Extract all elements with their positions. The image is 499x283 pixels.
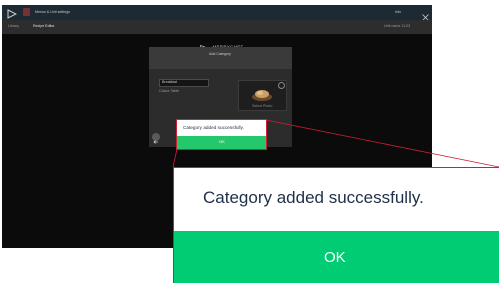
zoomed-ok-button[interactable]: OK — [174, 231, 499, 283]
title-bar: Menus & Unit settings Info — [2, 5, 432, 21]
ok-button-label: OK — [219, 139, 225, 144]
remove-photo-icon[interactable] — [278, 82, 285, 89]
category-name-input[interactable]: Breakfast — [159, 79, 209, 87]
status-info: Unit name 11:23 — [384, 24, 411, 28]
back-button[interactable] — [152, 133, 160, 144]
zoomed-dialog: Category added successfully. OK — [173, 167, 499, 283]
breadcrumb-current: Recipe Editor — [33, 24, 55, 28]
select-photo-label: Select Photo — [252, 104, 273, 108]
zoomed-ok-button-label: OK — [324, 249, 346, 266]
colour-table-label[interactable]: Colour Table — [159, 89, 179, 94]
success-dialog: Category added successfully. OK — [176, 119, 267, 150]
photo-picker[interactable]: Select Photo — [238, 80, 287, 111]
category-name-value: Breakfast — [162, 80, 178, 84]
breadcrumb: Library Recipe Editor Unit name 11:23 — [2, 20, 432, 34]
user-menu[interactable]: Info — [395, 10, 401, 15]
breadcrumb-root[interactable]: Library — [8, 24, 19, 29]
app-logo-icon — [23, 8, 30, 16]
panel-header: Add Category — [149, 47, 292, 69]
zoomed-success-message: Category added successfully. — [203, 188, 424, 207]
panel-title: Add Category — [209, 52, 231, 56]
arrow-left-icon — [153, 140, 158, 144]
success-message: Category added successfully. — [183, 125, 244, 130]
app-title: Menus & Unit settings — [35, 10, 70, 14]
ok-button[interactable]: OK — [177, 136, 266, 149]
